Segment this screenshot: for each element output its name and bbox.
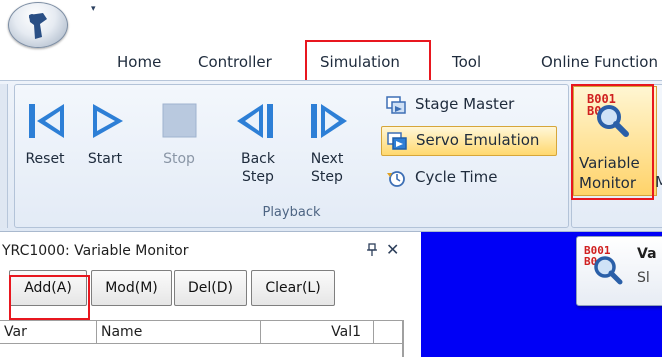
back-step-button[interactable]: Back Step — [229, 90, 287, 198]
column-header-val1[interactable]: Val1 — [261, 321, 374, 343]
stop-button[interactable]: Stop — [150, 90, 208, 198]
play-icon — [93, 104, 123, 138]
step-forward-icon — [311, 104, 347, 138]
tooltip-title: Va — [637, 246, 657, 262]
tab-tool[interactable]: Tool — [452, 51, 481, 73]
stop-label: Stop — [163, 151, 195, 167]
highlight-box-variable-monitor — [571, 84, 654, 200]
servo-emulation-label: Servo Emulation — [416, 131, 540, 149]
title-bar: ▾ — [0, 0, 662, 48]
column-header-var[interactable]: Var — [0, 321, 97, 343]
ribbon-edge — [0, 84, 8, 228]
truncated-ribbon-label: M — [655, 173, 662, 191]
back-step-label: Back Step — [241, 151, 275, 185]
step-back-icon — [237, 104, 273, 138]
highlight-box-add-button — [9, 275, 90, 320]
reset-button[interactable]: Reset — [18, 90, 76, 198]
variable-monitor-tooltip: B001 B0 Va Sl — [576, 236, 662, 306]
start-label: Start — [87, 151, 123, 167]
ribbon-group-label-playback: Playback — [262, 205, 321, 220]
cycle-time-label: Cycle Time — [415, 168, 498, 186]
panel-title: YRC1000: Variable Monitor — [2, 243, 189, 259]
next-step-label: Next Step — [310, 151, 344, 185]
skip-to-start-icon — [29, 104, 64, 138]
next-step-button[interactable]: Next Step — [298, 90, 356, 198]
servo-emulation-icon — [387, 132, 407, 150]
tooltip-subtitle: Sl — [637, 270, 650, 286]
close-icon[interactable]: ✕ — [386, 242, 399, 258]
servo-emulation-button[interactable]: Servo Emulation — [381, 126, 557, 156]
stop-icon — [162, 103, 197, 138]
app-menu-button[interactable] — [8, 2, 68, 48]
mod-button[interactable]: Mod(M) — [91, 270, 172, 306]
tab-home[interactable]: Home — [117, 51, 161, 73]
reset-label: Reset — [25, 151, 65, 167]
stage-master-icon — [386, 96, 406, 114]
cycle-time-icon — [387, 171, 405, 187]
stage-master-label: Stage Master — [415, 95, 515, 113]
clear-button[interactable]: Clear(L) — [251, 270, 335, 306]
robot-arm-icon — [29, 13, 47, 39]
cycle-time-button[interactable]: Cycle Time — [381, 164, 559, 192]
variable-monitor-icon: B001 B0 — [584, 244, 623, 285]
grid-divider — [402, 320, 404, 357]
variable-grid-header: Var Name Val1 — [0, 320, 402, 344]
tab-online-function[interactable]: Online Function — [541, 51, 658, 73]
quick-access-dropdown-icon[interactable]: ▾ — [91, 3, 101, 15]
del-button[interactable]: Del(D) — [174, 270, 247, 306]
column-header-name[interactable]: Name — [97, 321, 261, 343]
pin-icon[interactable] — [366, 243, 378, 257]
tab-controller[interactable]: Controller — [198, 51, 272, 73]
start-button[interactable]: Start — [76, 90, 134, 198]
stage-master-button[interactable]: Stage Master — [381, 91, 559, 119]
